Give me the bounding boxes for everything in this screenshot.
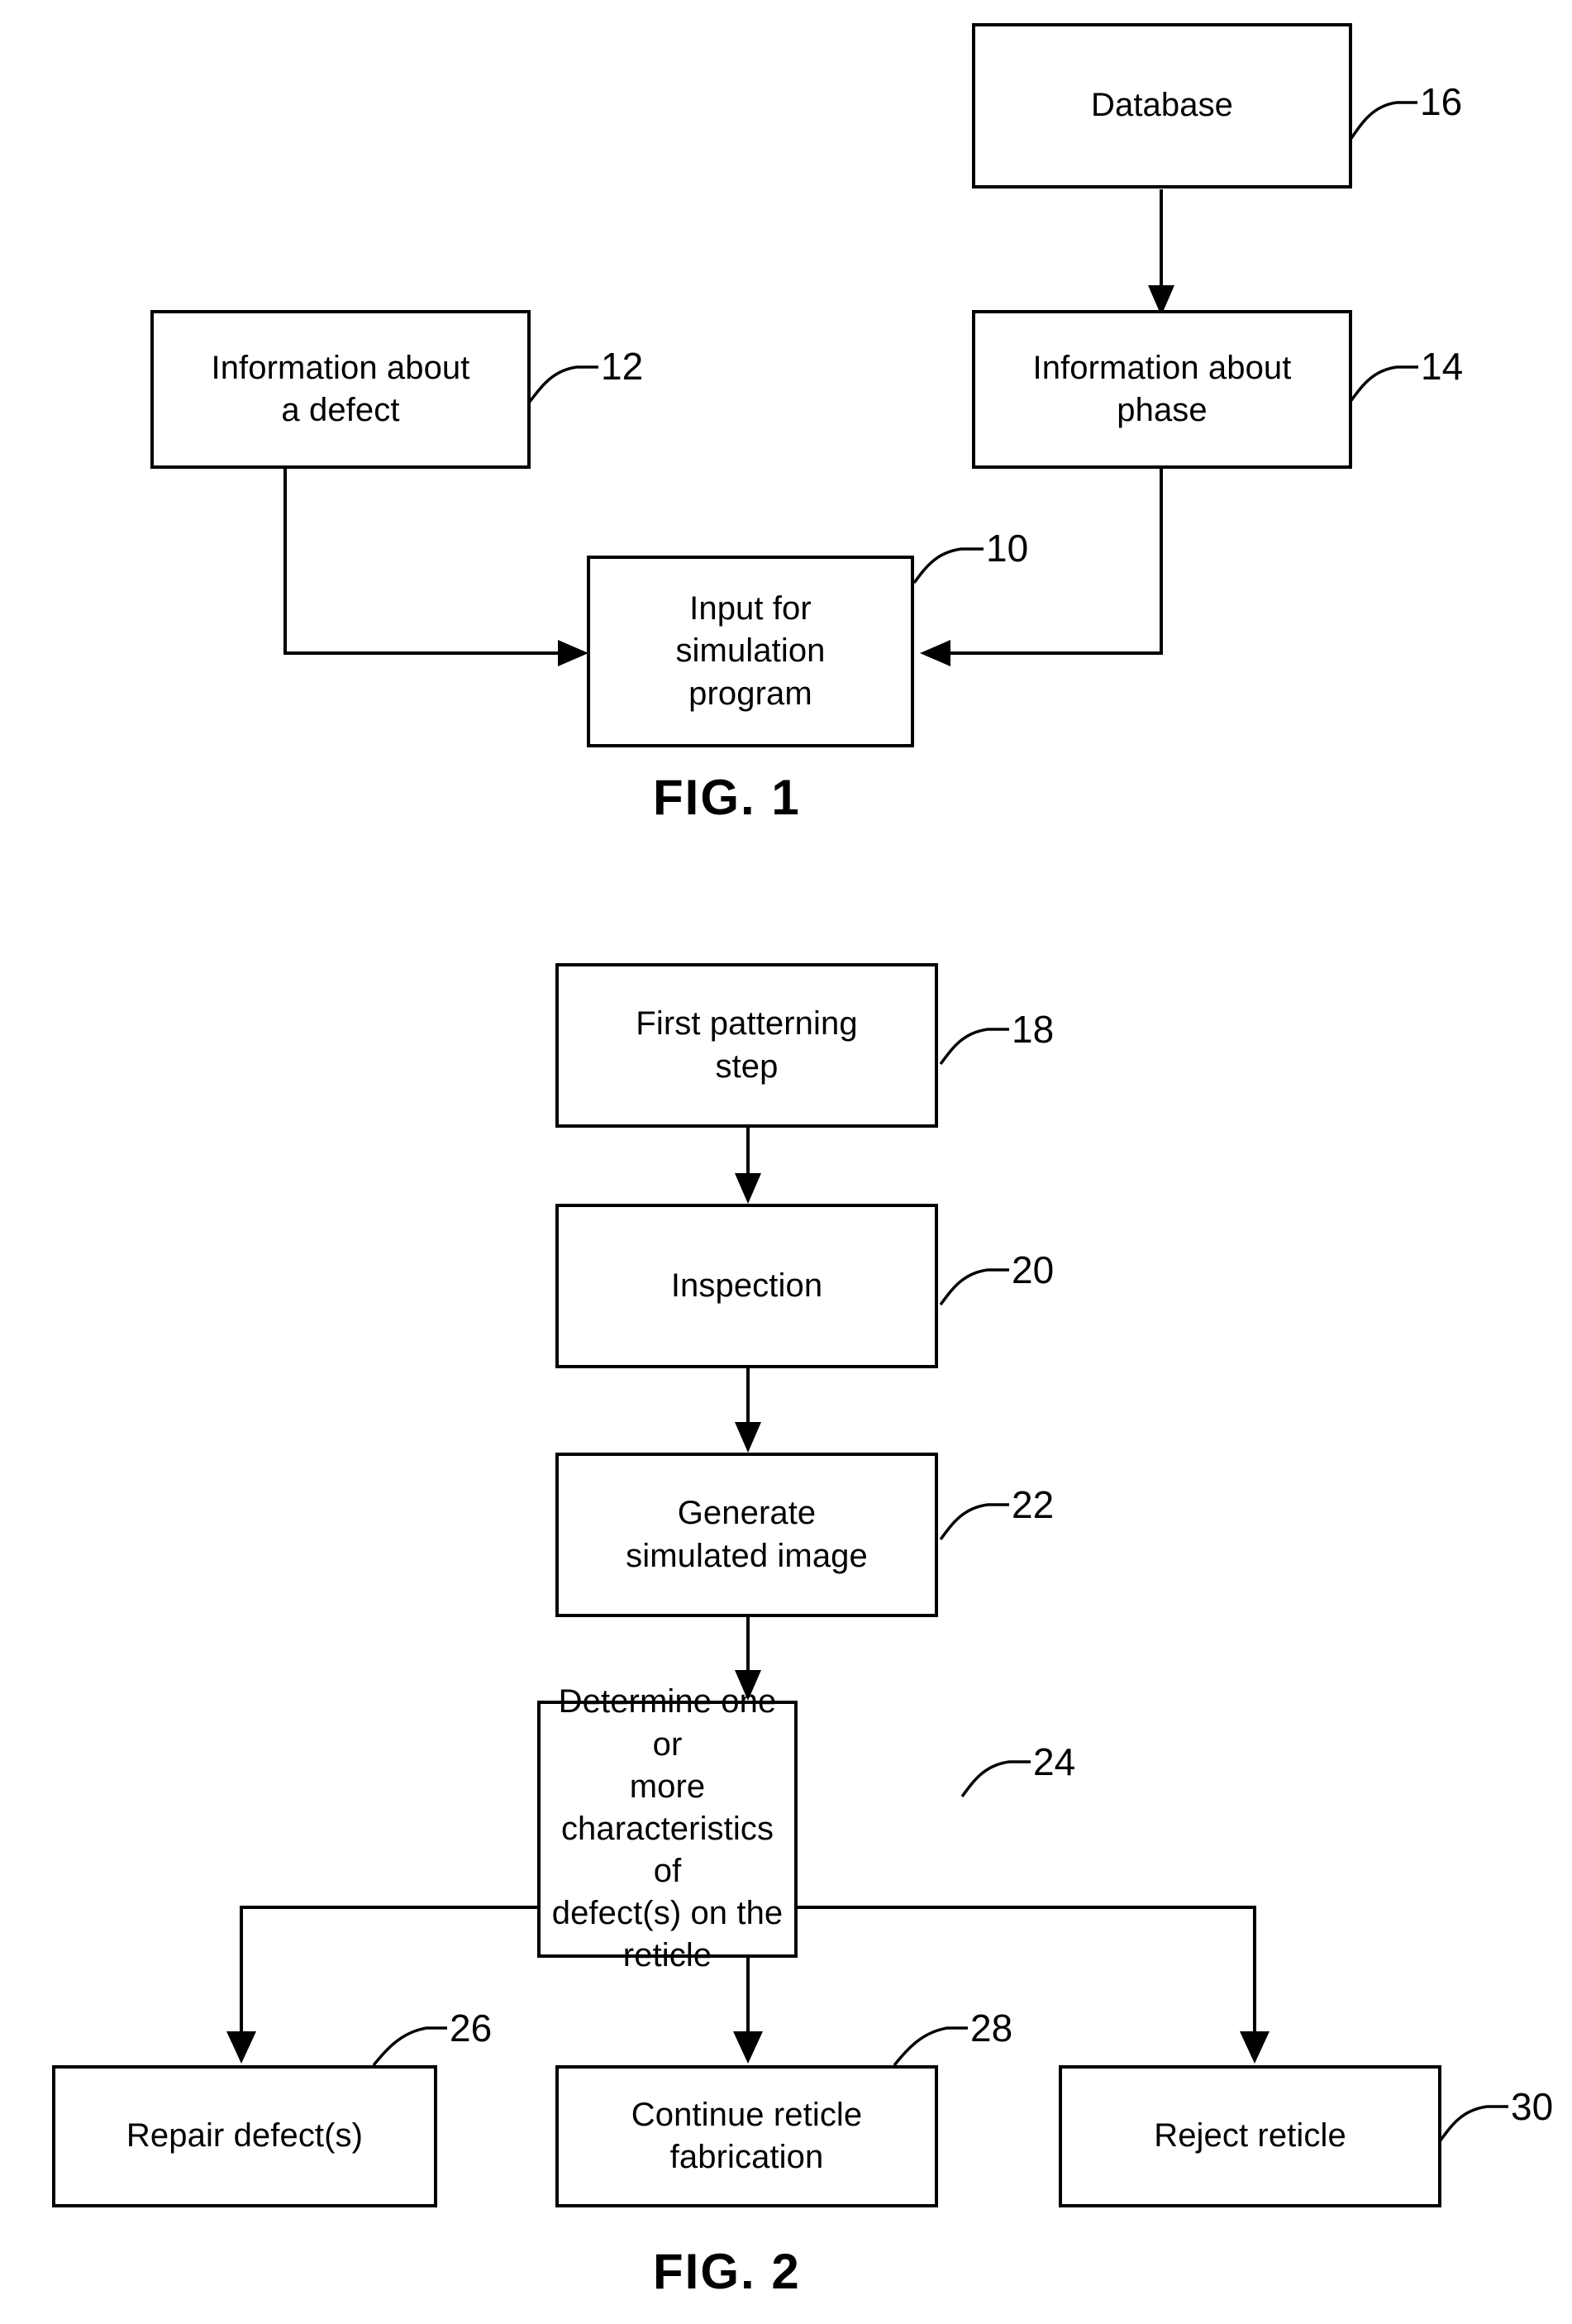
node-database-label: Database [1090,87,1234,124]
node-information-about-defect[interactable]: Information about a defect [150,310,531,469]
edge-info-phase-to-input [920,469,1163,666]
node-information-about-defect-label: Information about a defect [211,349,470,428]
refnum-24: 24 [1033,1740,1076,1783]
patent-drawing-sheet: Database Information about a defect Info… [0,0,1572,2324]
node-repair-defects[interactable]: Repair defect(s) [52,2065,437,2207]
refnum-22: 22 [1012,1483,1055,1526]
node-first-patterning-step-label: First patterning step [636,1005,858,1085]
leader-line-22 [939,1503,1009,1541]
node-database[interactable]: Database [972,23,1352,188]
node-input-for-simulation-program[interactable]: Input for simulation program [587,556,914,747]
refnum-10: 10 [986,527,1029,570]
leader-line-12 [527,365,598,404]
node-inspection[interactable]: Inspection [555,1204,938,1368]
node-determine-characteristics-label: Determine one or more characteristics of… [551,1683,784,1974]
edge-info-defect-to-input [283,469,588,666]
edge-database-to-info-phase [1148,189,1174,316]
node-reject-reticle-label: Reject reticle [1154,2117,1346,2155]
node-information-about-phase[interactable]: Information about phase [972,310,1352,469]
leader-line-20 [939,1268,1009,1306]
leader-line-16 [1348,101,1417,142]
edge-first-patterning-to-inspection [735,1128,761,1204]
leader-line-14 [1348,365,1418,404]
node-determine-characteristics[interactable]: Determine one or more characteristics of… [537,1683,798,1973]
refnum-26: 26 [450,2007,493,2050]
figure-caption-2: FIG. 2 [653,2244,801,2299]
node-repair-defects-label: Repair defect(s) [126,2117,364,2155]
edge-inspection-to-generate [735,1368,761,1453]
leader-line-26 [372,2026,447,2067]
node-information-about-phase-label: Information about phase [1032,349,1292,428]
node-input-for-simulation-program-label: Input for simulation program [675,590,826,712]
leader-line-18 [939,1028,1009,1066]
node-continue-reticle-fabrication[interactable]: Continue reticle fabrication [555,2065,938,2207]
refnum-30: 30 [1511,2085,1554,2128]
refnum-12: 12 [601,345,644,388]
figure-caption-1: FIG. 1 [653,770,801,825]
leader-line-10 [912,547,984,585]
refnum-16: 16 [1420,80,1463,123]
node-inspection-label: Inspection [670,1267,823,1304]
refnum-28: 28 [970,2007,1013,2050]
leader-line-28 [893,2026,968,2067]
node-generate-simulated-image-label: Generate simulated image [626,1495,868,1574]
refnum-14: 14 [1421,345,1464,388]
node-reject-reticle[interactable]: Reject reticle [1059,2065,1441,2207]
leader-line-30 [1438,2105,1508,2143]
refnum-18: 18 [1012,1008,1055,1051]
leader-line-24 [960,1760,1031,1798]
node-generate-simulated-image[interactable]: Generate simulated image [555,1453,938,1617]
node-first-patterning-step[interactable]: First patterning step [555,963,938,1128]
edge-determine-to-reject [798,1906,1270,2064]
refnum-20: 20 [1012,1248,1055,1291]
node-continue-reticle-fabrication-label: Continue reticle fabrication [631,2096,863,2175]
